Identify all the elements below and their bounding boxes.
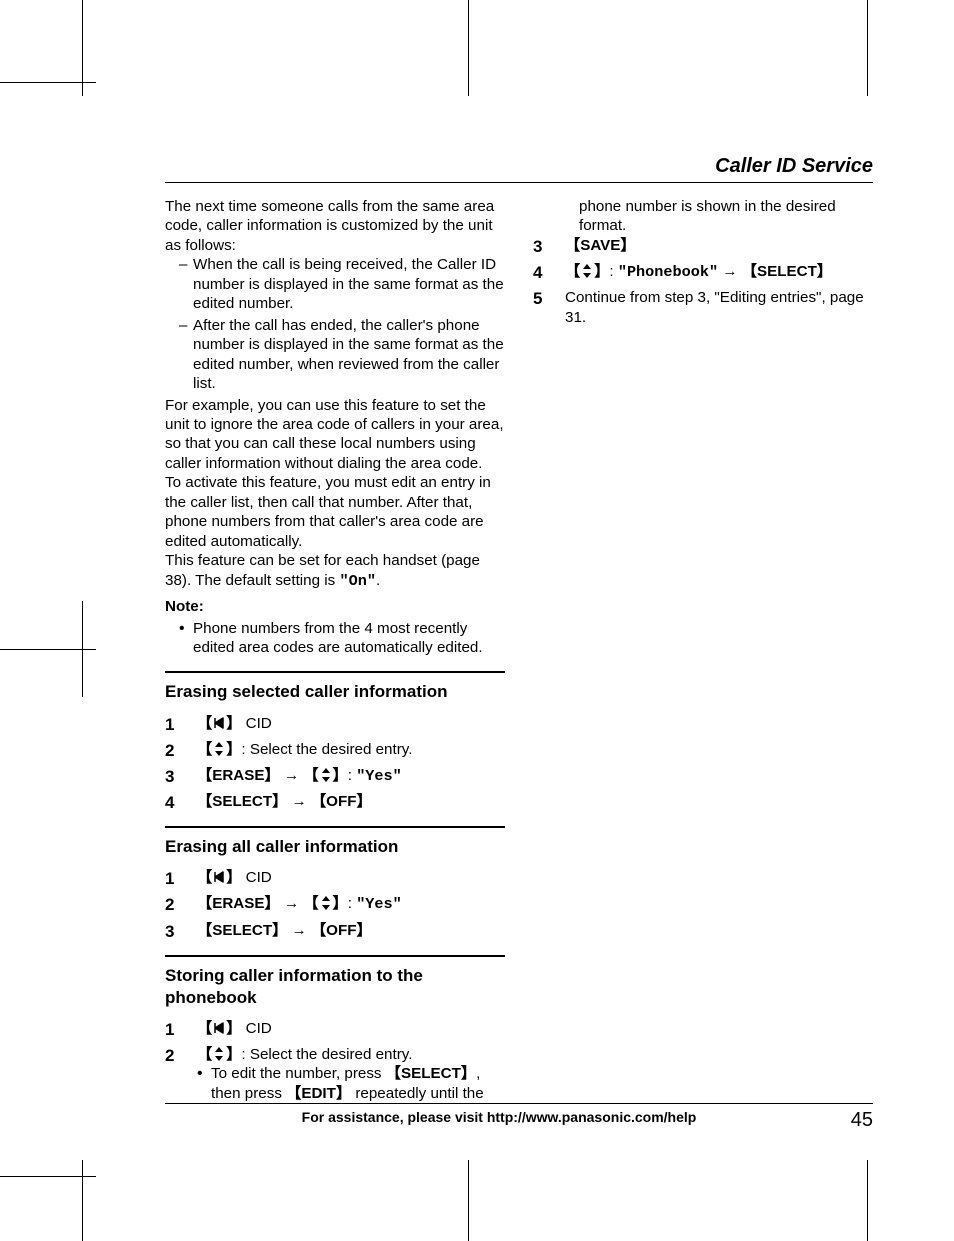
crop-mark	[82, 0, 83, 96]
step-item: 【SAVE】	[533, 236, 873, 256]
nav-updown-icon	[212, 742, 226, 756]
nav-left-icon	[212, 716, 226, 730]
section-title: Caller ID Service	[165, 155, 873, 178]
continuation-text: phone number is shown in the desired for…	[533, 197, 873, 236]
section-divider	[165, 955, 505, 957]
step-item: 【SELECT】 → 【OFF】	[165, 792, 505, 812]
page-header: Caller ID Service	[165, 155, 873, 183]
crop-mark	[82, 601, 83, 697]
step-item: 【】 CID	[165, 714, 505, 734]
subsection-heading: Erasing all caller information	[165, 836, 505, 858]
crop-mark	[468, 0, 469, 96]
step-list: 【】 CID 【ERASE】 → 【】: "Yes" 【SELECT】 → 【O…	[165, 868, 505, 940]
step-list: 【】 CID 【】: Select the desired entry. 【ER…	[165, 714, 505, 812]
left-column: The next time someone calls from the sam…	[165, 197, 505, 1109]
crop-mark	[867, 0, 868, 96]
nav-left-icon	[212, 870, 226, 884]
step-list-continued: 【SAVE】 【】: "Phonebook" → 【SELECT】 Contin…	[533, 236, 873, 327]
list-item: When the call is being received, the Cal…	[179, 255, 505, 313]
nav-updown-icon	[319, 896, 333, 910]
step-item: 【】: "Phonebook" → 【SELECT】	[533, 262, 873, 282]
step-item: 【】 CID	[165, 1019, 505, 1039]
subsection-heading: Erasing selected caller information	[165, 681, 505, 703]
step-item: Continue from step 3, "Editing entries",…	[533, 288, 873, 327]
step-item: 【SELECT】 → 【OFF】	[165, 921, 505, 941]
crop-mark	[867, 1160, 868, 1241]
footer-assistance-text: For assistance, please visit http://www.…	[165, 1109, 833, 1132]
dash-list: When the call is being received, the Cal…	[179, 255, 505, 393]
subsection-heading: Storing caller information to the phoneb…	[165, 965, 505, 1009]
section-divider	[165, 826, 505, 828]
sub-bullet-list: To edit the number, press 【SELECT】, then…	[197, 1064, 505, 1103]
body-text: The next time someone calls from the sam…	[165, 197, 505, 255]
step-item: 【】: Select the desired entry. To edit th…	[165, 1045, 505, 1103]
body-text: To activate this feature, you must edit …	[165, 473, 505, 551]
nav-updown-icon	[580, 264, 594, 278]
page-number: 45	[833, 1109, 873, 1132]
step-list: 【】 CID 【】: Select the desired entry. To …	[165, 1019, 505, 1103]
page-footer: For assistance, please visit http://www.…	[165, 1103, 873, 1132]
body-text: This feature can be set for each handset…	[165, 551, 505, 591]
list-item: After the call has ended, the caller's p…	[179, 316, 505, 394]
nav-updown-icon	[319, 768, 333, 782]
two-column-layout: The next time someone calls from the sam…	[165, 197, 873, 1109]
bullet-list: Phone numbers from the 4 most recently e…	[179, 619, 505, 658]
list-item: To edit the number, press 【SELECT】, then…	[197, 1064, 505, 1103]
crop-mark	[82, 1160, 83, 1241]
page-content: Caller ID Service The next time someone …	[165, 155, 873, 1109]
note-label: Note:	[165, 597, 505, 616]
nav-updown-icon	[212, 1047, 226, 1061]
step-item: 【】 CID	[165, 868, 505, 888]
step-item: 【ERASE】 → 【】: "Yes"	[165, 894, 505, 914]
section-divider	[165, 671, 505, 673]
crop-mark	[468, 1160, 469, 1241]
body-text: For example, you can use this feature to…	[165, 396, 505, 474]
step-item: 【ERASE】 → 【】: "Yes"	[165, 766, 505, 786]
step-item: 【】: Select the desired entry.	[165, 740, 505, 760]
list-item: Phone numbers from the 4 most recently e…	[179, 619, 505, 658]
right-column: phone number is shown in the desired for…	[533, 197, 873, 1109]
nav-left-icon	[212, 1021, 226, 1035]
